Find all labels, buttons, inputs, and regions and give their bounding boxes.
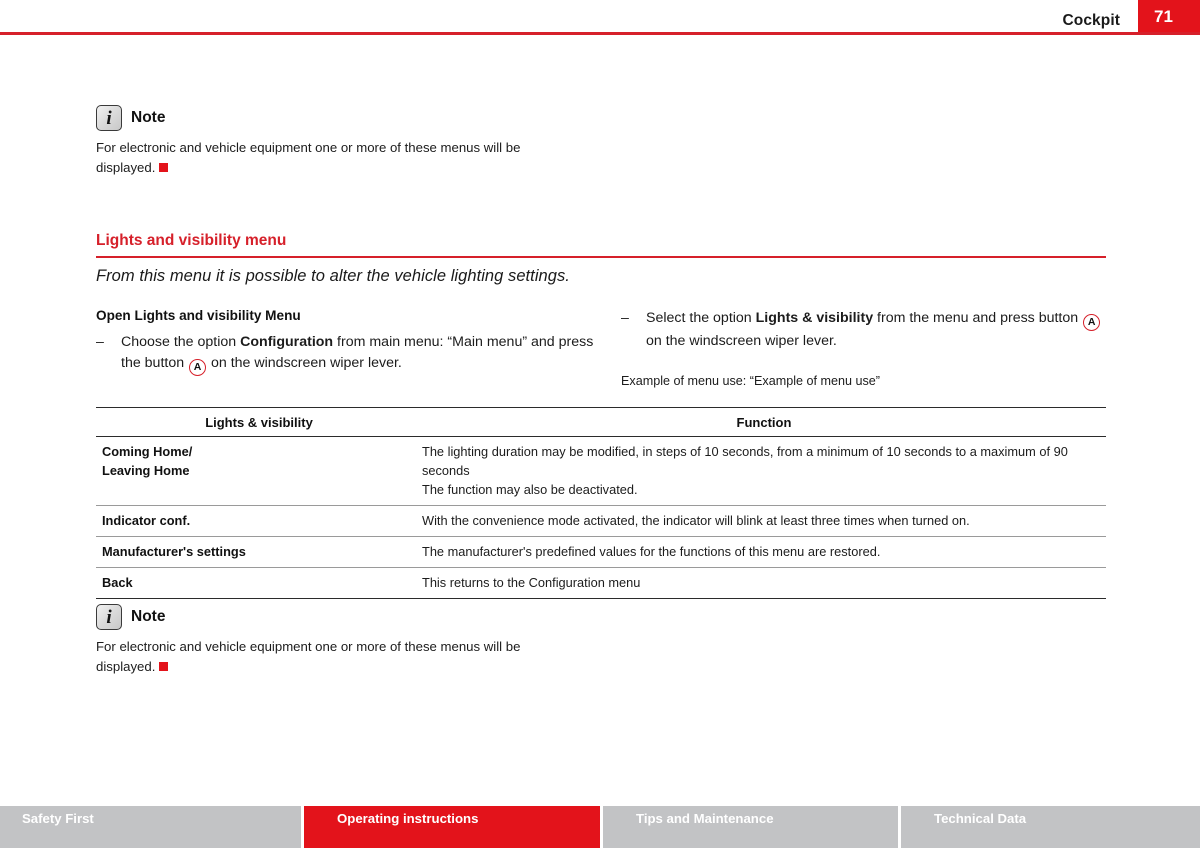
list-item-text: Select the option Lights & visibility fr…: [646, 308, 1106, 352]
table-row: Indicator conf. With the convenience mode…: [96, 506, 1106, 537]
note-block-bottom: i Note For electronic and vehicle equipm…: [96, 603, 696, 676]
info-icon: i: [96, 604, 122, 630]
end-of-section-marker: [159, 162, 169, 172]
table-cell-key: Back: [102, 575, 133, 590]
page-number: 71: [1154, 7, 1173, 26]
page-number-badge: 71: [1138, 0, 1200, 34]
step-text-part2: from the menu and press button: [873, 310, 1083, 326]
step-emphasis: Lights & visibility: [755, 310, 874, 326]
button-a-icon: A: [1083, 314, 1101, 331]
note-header: i Note: [96, 104, 696, 132]
footer-tab-tips-and-maintenance[interactable]: Tips and Maintenance: [600, 806, 898, 848]
step-text-part3: on the windscreen wiper lever.: [207, 355, 402, 371]
section-heading-divider: [96, 256, 1106, 258]
page-header: Cockpit 71: [0, 0, 1200, 36]
table-cell-value: The manufacturer's predefined values for…: [422, 544, 881, 559]
column-right: – Select the option Lights & visibility …: [621, 308, 1106, 352]
column-header-lights-visibility: Lights & visibility: [96, 407, 422, 437]
list-item-text: Choose the option Configuration from mai…: [121, 332, 596, 376]
bullet-dash-icon: –: [621, 310, 629, 326]
note-block-top: i Note For electronic and vehicle equipm…: [96, 104, 696, 177]
table-header-row: Lights & visibility Function: [96, 407, 1106, 437]
info-icon: i: [96, 105, 122, 131]
page-title: Cockpit: [1062, 12, 1120, 29]
footer-tab-label: Safety First: [22, 811, 94, 826]
footer-tab-label: Operating instructions: [337, 811, 479, 826]
note-label: Note: [131, 608, 166, 625]
button-a-icon: A: [189, 359, 207, 376]
footer-tab-operating-instructions[interactable]: Operating instructions: [301, 806, 600, 848]
info-icon-glyph: i: [106, 607, 112, 628]
list-item: – Select the option Lights & visibility …: [621, 308, 1106, 352]
table-row: Back This returns to the Configuration me…: [96, 568, 1106, 599]
sub-heading-open-menu: Open Lights and visibility Menu: [96, 308, 301, 323]
section-heading: Lights and visibility menu: [96, 232, 287, 249]
table-cell-key: Indicator conf.: [102, 513, 191, 528]
example-caption: Example of menu use: “Example of menu us…: [621, 374, 880, 388]
footer-navigation: Safety First Operating instructions Tips a…: [0, 806, 1200, 848]
note-header: i Note: [96, 603, 696, 631]
note-label: Note: [131, 109, 166, 126]
section-intro: From this menu it is possible to alter t…: [96, 267, 570, 285]
section-heading-block: Lights and visibility menu: [96, 232, 1106, 258]
header-divider: [0, 32, 1200, 35]
footer-tab-safety-first[interactable]: Safety First: [0, 806, 301, 848]
table-cell-value: With the convenience mode activated, the…: [422, 513, 970, 528]
table-cell-key: Coming Home/Leaving Home: [102, 444, 193, 478]
list-item: – Choose the option Configuration from m…: [96, 332, 596, 376]
lights-visibility-table: Lights & visibility Function Coming Home…: [96, 407, 1106, 599]
column-header-function: Function: [422, 407, 1106, 437]
bullet-dash-icon: –: [96, 334, 104, 350]
table-cell-key: Manufacturer's settings: [102, 544, 246, 559]
footer-tab-label: Tips and Maintenance: [636, 811, 774, 826]
step-emphasis: Configuration: [240, 334, 334, 350]
note-body: For electronic and vehicle equipment one…: [96, 637, 566, 676]
footer-tab-technical-data[interactable]: Technical Data: [898, 806, 1200, 848]
footer-tab-label: Technical Data: [934, 811, 1027, 826]
table-cell-value: This returns to the Configuration menu: [422, 575, 641, 590]
table-head: Lights & visibility Function: [96, 407, 1106, 437]
table-body: Coming Home/Leaving Home The lighting dur…: [96, 437, 1106, 599]
table-row: Manufacturer's settings The manufacturer'…: [96, 537, 1106, 568]
step-text-part1: Select the option: [646, 310, 756, 326]
end-of-section-marker: [159, 661, 169, 671]
step-text-part3: on the windscreen wiper lever.: [646, 333, 837, 349]
info-icon-glyph: i: [106, 108, 112, 129]
step-text-part1: Choose the option: [121, 334, 241, 350]
note-body: For electronic and vehicle equipment one…: [96, 138, 566, 177]
table-row: Coming Home/Leaving Home The lighting dur…: [96, 437, 1106, 506]
column-left: Open Lights and visibility Menu – Choose…: [96, 308, 596, 376]
table-cell-value: The lighting duration may be modified, i…: [422, 444, 1068, 497]
